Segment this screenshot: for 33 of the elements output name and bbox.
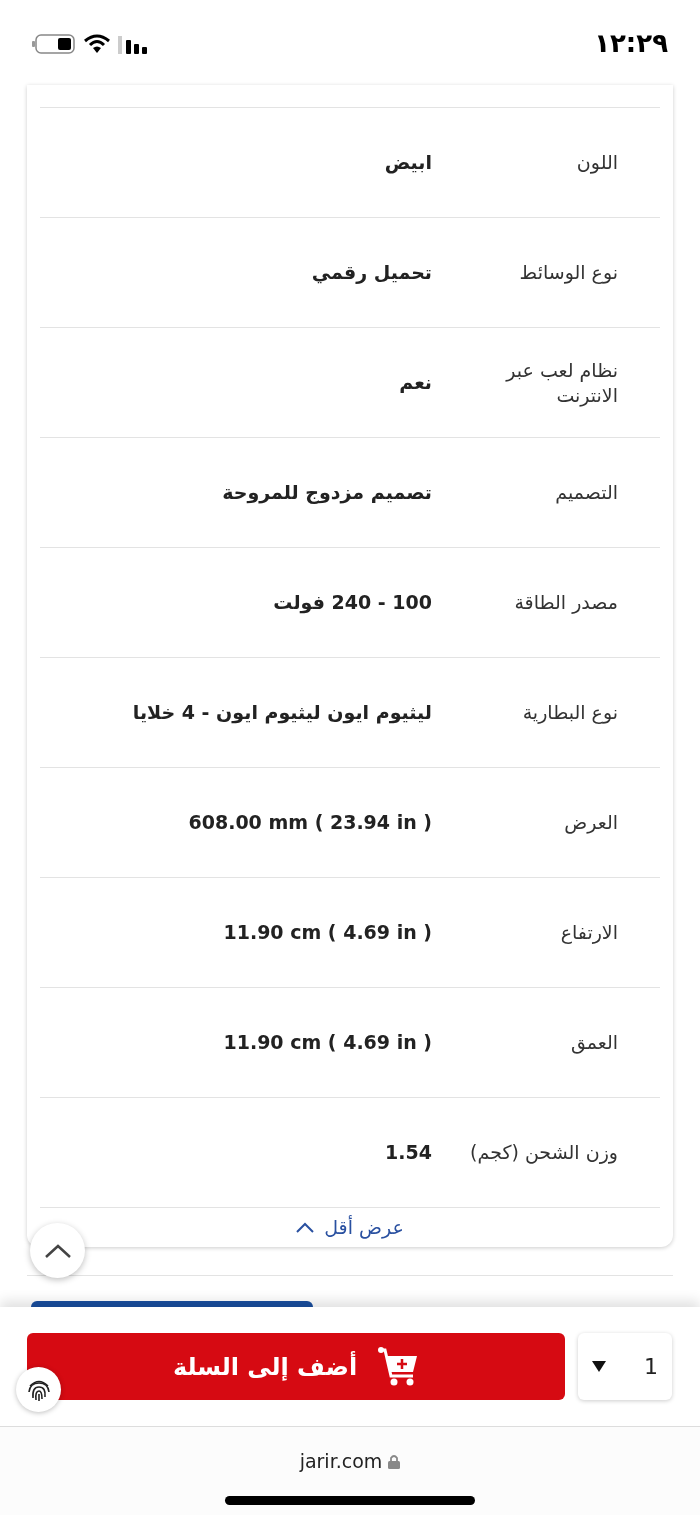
spec-label: نوع الوسائط [518, 260, 619, 285]
spec-value: تصميم مزدوج للمروحة [222, 480, 432, 506]
spec-label: الارتفاع [559, 920, 619, 945]
address-bar-url[interactable]: jarir.com [299, 1447, 383, 1476]
signal-icon [118, 33, 150, 54]
spec-value: ليثيوم ايون ليثيوم ايون - 4 خلايا [132, 700, 432, 726]
spec-label: وزن الشحن (كجم) [469, 1140, 619, 1165]
spec-label: نظام لعب عبر الانترنت [504, 357, 619, 408]
spec-value: 100 - 240 فولت [273, 590, 432, 616]
spec-label: التصميم [554, 480, 619, 505]
spec-value: نعم [399, 370, 432, 396]
caret-down-icon [592, 1361, 606, 1372]
show-less-link[interactable]: عرض أقل [296, 1213, 404, 1242]
spec-value: 11.90 cm ( 4.69 in ) [223, 1030, 432, 1056]
spec-value: 608.00 mm ( 23.94 in ) [188, 810, 432, 836]
spec-label: مصدر الطاقة [513, 590, 619, 615]
spec-value: 1.54 [385, 1140, 432, 1166]
spec-value: ابيض [384, 150, 432, 176]
spec-label: اللون [575, 150, 619, 175]
battery-icon [32, 32, 76, 55]
lock-icon [388, 1453, 401, 1469]
spec-label: العرض [563, 810, 619, 835]
quantity-dropdown[interactable]: 1 [578, 1333, 672, 1400]
wifi-icon [84, 33, 110, 54]
spec-label: نوع البطارية [521, 700, 619, 725]
status-time: ١٢:٢٩ [594, 27, 668, 60]
add-to-cart-button[interactable]: أضف إلى السلة [27, 1333, 565, 1400]
chevron-up-icon [296, 1222, 315, 1233]
chevron-up-icon [43, 1242, 72, 1259]
spec-value: 11.90 cm ( 4.69 in ) [223, 920, 432, 946]
cart-icon [377, 1345, 420, 1388]
spec-label: العمق [569, 1030, 619, 1055]
spec-value: تحميل رقمي [311, 260, 432, 286]
